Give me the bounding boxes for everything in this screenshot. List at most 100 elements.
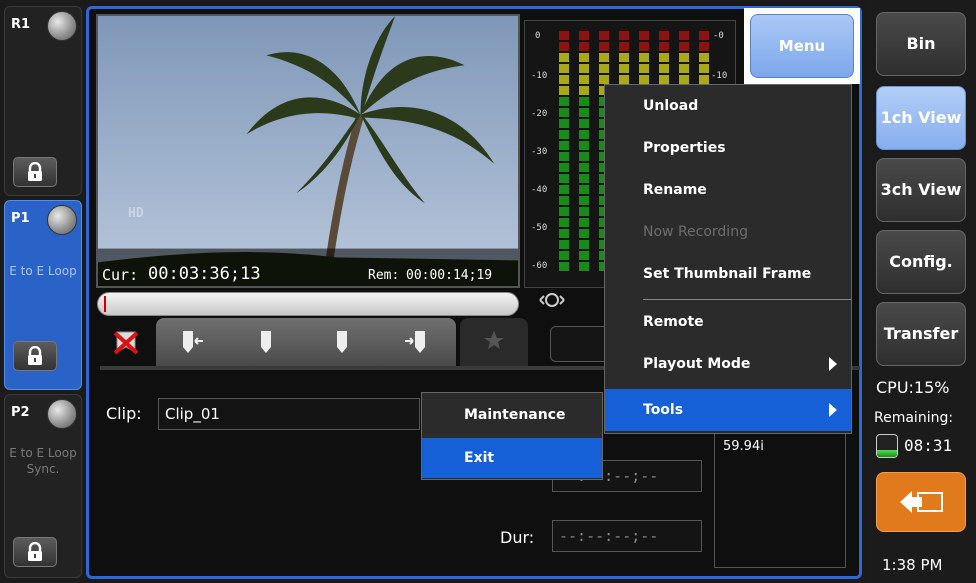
- menu-item-remote[interactable]: Remote: [605, 301, 851, 343]
- duration-field[interactable]: --:--:--;--: [552, 520, 702, 552]
- meter-segment: [579, 97, 589, 106]
- channel-status-led: [47, 205, 77, 235]
- meter-segment: [579, 196, 589, 205]
- meter-segment: [579, 64, 589, 73]
- meter-scale-label: -50: [531, 223, 548, 233]
- mark-in-icon: [261, 331, 271, 353]
- go-to-out-button[interactable]: [388, 318, 448, 366]
- clear-marks-button[interactable]: [100, 318, 152, 366]
- hd-watermark: HD: [128, 206, 144, 221]
- meter-segment: [559, 42, 569, 51]
- channel-p1[interactable]: P1 E to E Loop: [4, 200, 82, 390]
- menu-item-set-thumbnail[interactable]: Set Thumbnail Frame: [605, 253, 851, 295]
- extra-control-button[interactable]: [550, 326, 610, 362]
- meter-segment: [579, 53, 589, 62]
- submenu-item-maintenance[interactable]: Maintenance: [422, 395, 602, 435]
- meter-segment: [619, 75, 629, 84]
- meter-segment: [639, 75, 649, 84]
- clock: 1:38 PM: [882, 556, 943, 574]
- exit-panel-button[interactable]: [876, 472, 966, 532]
- submenu-arrow-icon: [829, 403, 837, 417]
- meter-segment: [599, 31, 609, 40]
- channel-column: R1 P1 E to E Loop P2 E to E Loop Sync.: [0, 0, 84, 583]
- remaining-timecode: 00:00:14;19: [406, 268, 493, 283]
- clip-name-field[interactable]: Clip_01: [158, 398, 420, 430]
- meter-segment: [559, 75, 569, 84]
- meter-segment: [639, 64, 649, 73]
- lock-icon: [28, 346, 42, 365]
- meter-segment: [639, 31, 649, 40]
- meter-scale-label: -60: [531, 261, 548, 271]
- meter-segment: [559, 108, 569, 117]
- remaining-time-label: Rem:: [368, 268, 400, 283]
- channel-r1[interactable]: R1: [4, 6, 82, 196]
- format-value: 59.94i: [723, 439, 764, 454]
- channel-mode: E to E Loop Sync.: [9, 446, 77, 476]
- meter-segment: [619, 42, 629, 51]
- meter-segment: [659, 64, 669, 73]
- meter-segment: [679, 31, 689, 40]
- menu-item-unload[interactable]: Unload: [605, 85, 851, 127]
- video-frame-image: [98, 16, 518, 286]
- menu-item-playout-mode[interactable]: Playout Mode: [605, 343, 851, 385]
- config-button[interactable]: Config.: [876, 230, 966, 294]
- video-preview: HD Cur: 00:03:36;13 Rem: 00:00:14;19: [96, 14, 520, 288]
- meter-segment: [559, 251, 569, 260]
- meter-segment: [579, 207, 589, 216]
- meter-segment: [559, 152, 569, 161]
- meter-segment: [559, 262, 569, 271]
- meter-segment: [579, 163, 589, 172]
- meter-scale-label: -10: [531, 71, 548, 81]
- meter-scale-label: -10: [711, 71, 728, 81]
- mark-in-button[interactable]: [236, 318, 296, 366]
- scrub-bar[interactable]: [97, 292, 519, 316]
- meter-segment: [559, 64, 569, 73]
- meter-segment: [579, 108, 589, 117]
- lock-icon: [28, 162, 42, 181]
- lock-button[interactable]: [13, 537, 57, 567]
- meter-segment: [559, 163, 569, 172]
- channel-status-led: [47, 11, 77, 41]
- menu-item-tools[interactable]: Tools: [605, 389, 851, 431]
- meter-segment: [599, 64, 609, 73]
- mark-out-button[interactable]: [312, 318, 372, 366]
- go-to-in-button[interactable]: [160, 318, 220, 366]
- menu-item-rename[interactable]: Rename: [605, 169, 851, 211]
- meter-segment: [559, 240, 569, 249]
- meter-scale-label: -30: [531, 147, 548, 157]
- context-menu: Unload Properties Rename Now Recording S…: [604, 84, 852, 434]
- menu-item-properties[interactable]: Properties: [605, 127, 851, 169]
- meter-segment: [579, 42, 589, 51]
- channel-p2[interactable]: P2 E to E Loop Sync.: [4, 394, 82, 578]
- meter-segment: [699, 75, 709, 84]
- meter-zoom-icon[interactable]: [532, 290, 572, 310]
- meter-segment: [699, 53, 709, 62]
- playhead-marker[interactable]: [104, 296, 106, 312]
- meter-segment: [579, 75, 589, 84]
- meter-segment: [579, 218, 589, 227]
- meter-segment: [659, 42, 669, 51]
- meter-segment: [579, 31, 589, 40]
- meter-scale-label: 0: [535, 31, 541, 41]
- submenu-item-exit[interactable]: Exit: [422, 438, 602, 478]
- channel-label: P2: [11, 405, 30, 420]
- bin-button[interactable]: Bin: [876, 12, 966, 76]
- three-channel-view-button[interactable]: 3ch View: [876, 158, 966, 222]
- favorite-clip-button[interactable]: [460, 318, 528, 366]
- meter-segment: [559, 97, 569, 106]
- meter-scale-label: -0: [713, 31, 724, 41]
- meter-segment: [559, 174, 569, 183]
- cpu-usage: CPU:15%: [876, 378, 950, 397]
- menu-button[interactable]: Menu: [750, 14, 854, 78]
- lock-button[interactable]: [13, 157, 57, 187]
- remaining-label: Remaining:: [874, 410, 954, 426]
- meter-segment: [579, 141, 589, 150]
- meter-segment: [599, 75, 609, 84]
- right-sidebar: Bin 1ch View 3ch View Config. Transfer C…: [866, 0, 976, 583]
- lock-button[interactable]: [13, 341, 57, 371]
- meter-segment: [559, 130, 569, 139]
- meter-segment: [599, 53, 609, 62]
- meter-segment: [659, 53, 669, 62]
- one-channel-view-button[interactable]: 1ch View: [876, 86, 966, 150]
- transfer-button[interactable]: Transfer: [876, 302, 966, 366]
